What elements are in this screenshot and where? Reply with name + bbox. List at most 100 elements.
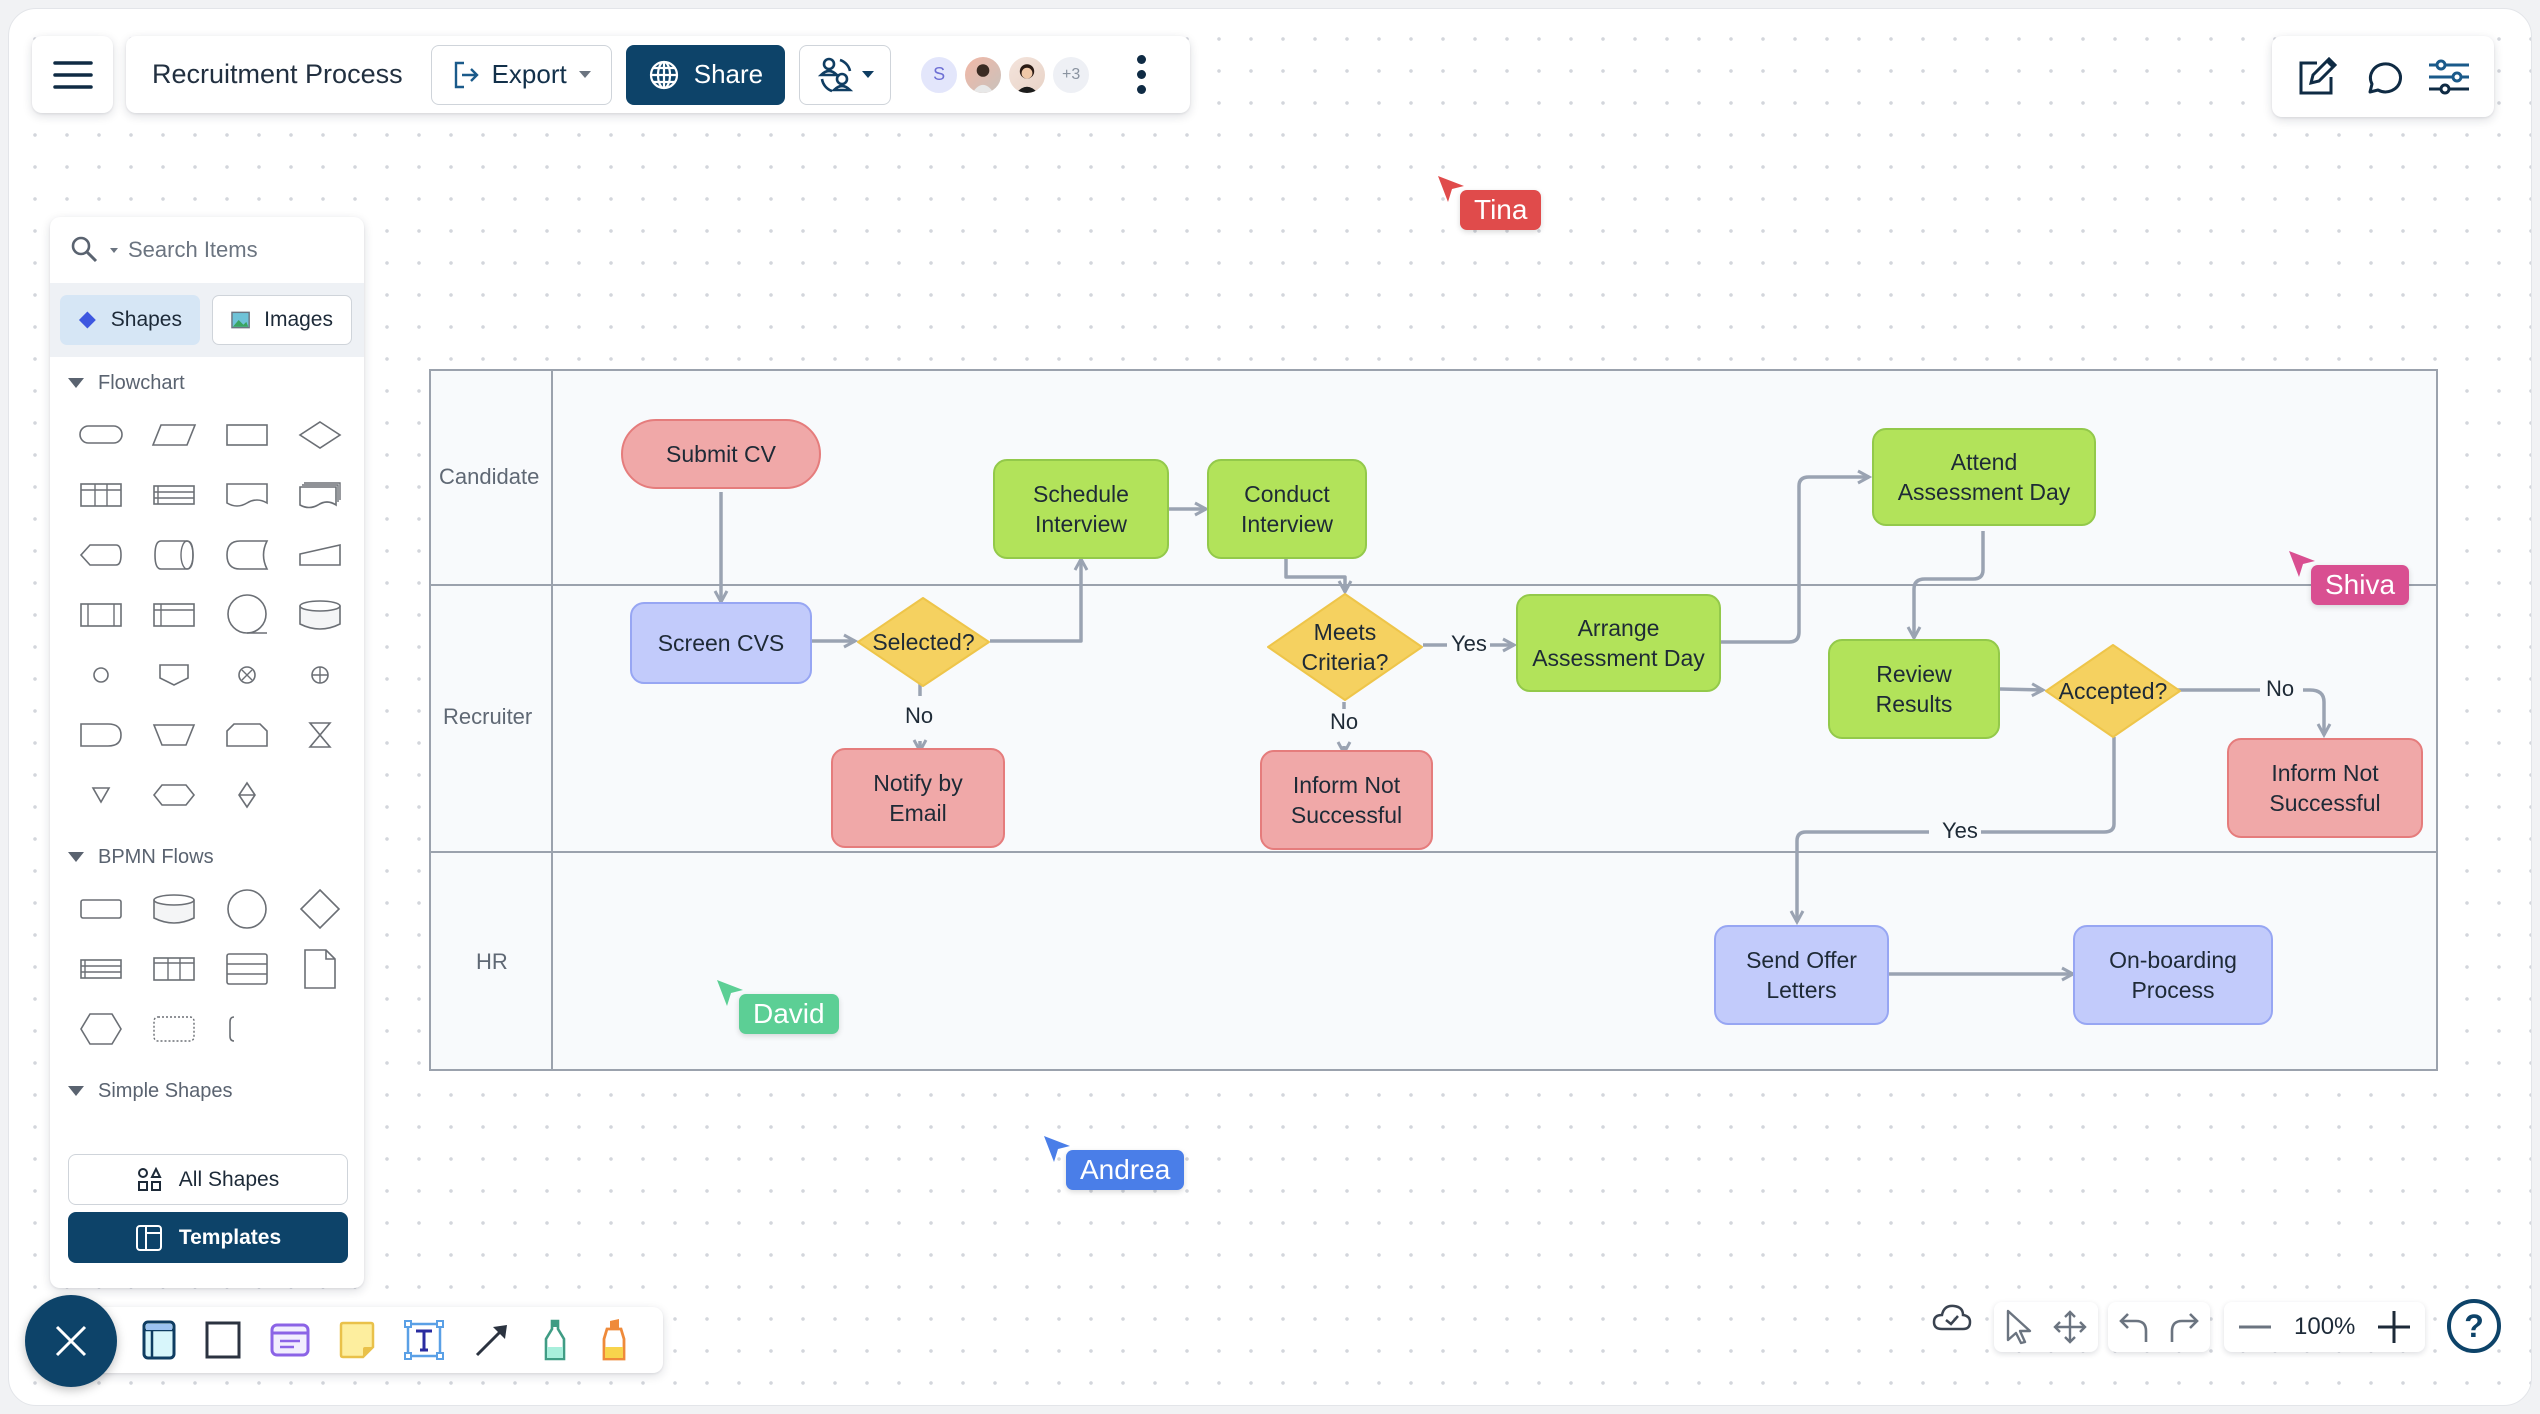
delay-shape[interactable]: [64, 705, 137, 765]
section-simple-shapes[interactable]: Simple Shapes: [50, 1069, 364, 1113]
avatar[interactable]: S: [919, 54, 960, 95]
manual-input-shape[interactable]: [283, 525, 356, 585]
connector-tool[interactable]: [473, 1321, 511, 1359]
data-store-shape[interactable]: [137, 879, 210, 939]
horizontal-pool-shape[interactable]: [64, 939, 137, 999]
search-input[interactable]: [128, 237, 328, 263]
summing-junction-shape[interactable]: [210, 645, 283, 705]
parallelogram-shape[interactable]: [137, 405, 210, 465]
collaborator-cursor-david: David: [715, 978, 839, 1034]
redo-button[interactable]: [2168, 1310, 2200, 1344]
container-tool[interactable]: [142, 1320, 176, 1360]
tab-images[interactable]: Images: [212, 295, 352, 345]
list-shape[interactable]: [137, 465, 210, 525]
internal-storage-shape[interactable]: [137, 585, 210, 645]
node-onboarding-process[interactable]: On-boarding Process: [2073, 925, 2273, 1025]
merge-shape[interactable]: [64, 765, 137, 825]
collaborator-avatars[interactable]: S +3: [919, 54, 1095, 95]
multi-document-shape[interactable]: [283, 465, 356, 525]
avatar[interactable]: [1007, 54, 1048, 95]
rectangle-tool[interactable]: [205, 1321, 241, 1359]
or-junction-shape[interactable]: [283, 645, 356, 705]
pen-tool[interactable]: [540, 1319, 570, 1361]
card-tool[interactable]: [270, 1323, 310, 1357]
terminator-shape[interactable]: [64, 405, 137, 465]
stored-data-cylinder-shape[interactable]: [137, 525, 210, 585]
export-button[interactable]: Export: [430, 44, 612, 105]
search-filter-dropdown-icon[interactable]: [110, 247, 118, 253]
database-shape[interactable]: [283, 585, 356, 645]
node-inform-not-successful-1[interactable]: Inform Not Successful: [1260, 750, 1433, 850]
preparation-shape[interactable]: [137, 765, 210, 825]
node-meets-criteria-decision[interactable]: Meets Criteria?: [1265, 592, 1425, 702]
stored-data-shape[interactable]: [210, 525, 283, 585]
comments-button[interactable]: [2362, 56, 2404, 98]
highlighter-tool[interactable]: [599, 1319, 629, 1361]
select-tool[interactable]: [2004, 1309, 2034, 1345]
edit-button[interactable]: [2295, 55, 2339, 99]
section-bpmn-flows[interactable]: BPMN Flows: [50, 835, 364, 879]
vertical-pool-shape[interactable]: [137, 939, 210, 999]
process-shape[interactable]: [210, 405, 283, 465]
manual-operation-shape[interactable]: [137, 705, 210, 765]
annotation-shape[interactable]: [210, 999, 283, 1059]
node-conduct-interview[interactable]: Conduct Interview: [1207, 459, 1367, 559]
pan-tool[interactable]: [2052, 1309, 2088, 1345]
small-circle-shape[interactable]: [64, 645, 137, 705]
tab-shapes[interactable]: Shapes: [60, 295, 200, 345]
diamond-shape-icon: [78, 311, 96, 329]
node-submit-cv[interactable]: Submit CV: [621, 419, 821, 489]
node-selected-decision[interactable]: Selected?: [855, 596, 992, 688]
text-tool[interactable]: [404, 1320, 444, 1360]
main-menu-button[interactable]: [32, 36, 113, 113]
node-send-offer-letters[interactable]: Send Offer Letters: [1714, 925, 1889, 1025]
data-object-shape[interactable]: [283, 939, 356, 999]
table-shape[interactable]: [64, 465, 137, 525]
avatar[interactable]: [963, 54, 1004, 95]
chevron-down-icon: [862, 71, 875, 78]
event-circle-shape[interactable]: [210, 879, 283, 939]
gateway-shape[interactable]: [283, 879, 356, 939]
more-options-button[interactable]: [1131, 49, 1152, 100]
task-shape[interactable]: [64, 879, 137, 939]
share-button[interactable]: Share: [625, 44, 786, 105]
connector-circle-shape[interactable]: [210, 585, 283, 645]
zoom-out-button[interactable]: [2238, 1324, 2272, 1330]
plus-icon: [2378, 1311, 2411, 1343]
node-accepted-decision[interactable]: Accepted?: [2043, 643, 2183, 739]
off-page-connector-shape[interactable]: [137, 645, 210, 705]
templates-button[interactable]: Templates: [68, 1212, 348, 1263]
node-screen-cvs[interactable]: Screen CVS: [630, 602, 812, 684]
loop-limit-shape[interactable]: [210, 705, 283, 765]
predefined-process-shape[interactable]: [64, 585, 137, 645]
group-shape[interactable]: [137, 999, 210, 1059]
undo-button[interactable]: [2118, 1310, 2150, 1344]
decision-shape[interactable]: [283, 405, 356, 465]
node-review-results[interactable]: Review Results: [1828, 639, 2000, 739]
close-toolbar-button[interactable]: [25, 1295, 117, 1387]
all-shapes-button[interactable]: All Shapes: [68, 1154, 348, 1205]
node-schedule-interview[interactable]: Schedule Interview: [993, 459, 1169, 559]
zoom-level[interactable]: 100%: [2294, 1313, 2355, 1341]
section-flowchart[interactable]: Flowchart: [50, 361, 364, 405]
sticky-note-tool[interactable]: [339, 1321, 375, 1359]
more-collaborators-badge[interactable]: +3: [1051, 54, 1092, 95]
zoom-in-button[interactable]: [2377, 1310, 2411, 1344]
node-notify-email[interactable]: Notify by Email: [831, 748, 1005, 848]
collate-shape[interactable]: [283, 705, 356, 765]
search-icon[interactable]: [70, 235, 100, 265]
settings-button[interactable]: [2427, 57, 2471, 97]
node-attend-assessment[interactable]: Attend Assessment Day: [1872, 428, 2096, 526]
document-title[interactable]: Recruitment Process: [152, 59, 403, 90]
hexagon-shape[interactable]: [64, 999, 137, 1059]
collaboration-mode-button[interactable]: [799, 44, 892, 105]
node-inform-not-successful-2[interactable]: Inform Not Successful: [2227, 738, 2423, 838]
section-simple-label: Simple Shapes: [98, 1079, 233, 1102]
node-arrange-assessment[interactable]: Arrange Assessment Day: [1516, 594, 1721, 692]
sort-shape[interactable]: [210, 765, 283, 825]
display-shape[interactable]: [64, 525, 137, 585]
help-button[interactable]: ?: [2446, 1298, 2502, 1354]
swimlane-diagram[interactable]: Candidate Recruiter HR Submit CV Screen …: [429, 369, 2438, 1071]
lanes-shape[interactable]: [210, 939, 283, 999]
document-shape[interactable]: [210, 465, 283, 525]
